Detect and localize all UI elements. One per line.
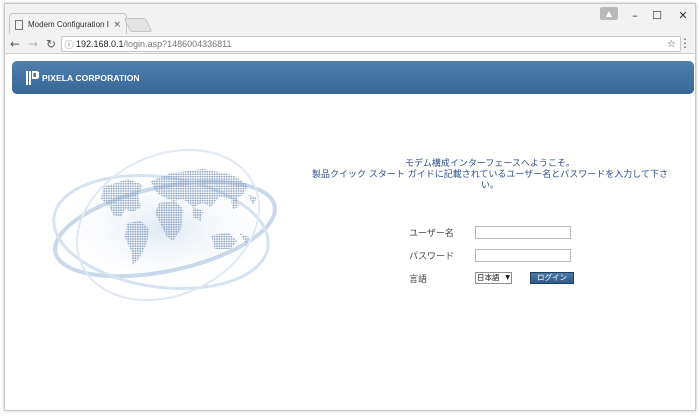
language-label: 言語 xyxy=(409,274,428,285)
language-row: 言語 日本語 ▼ ログイン xyxy=(409,271,689,285)
company-name: PIXELA CORPORATION xyxy=(42,72,140,83)
new-tab-button[interactable] xyxy=(123,18,153,32)
url-path: /login.asp?1486004336811 xyxy=(123,39,232,49)
address-bar[interactable]: ⓘ 192.168.0.1/login.asp?1486004336811 ☆ xyxy=(61,36,681,52)
password-row: パスワード xyxy=(409,248,571,262)
tab-title: Modem Configuration In xyxy=(28,20,110,29)
username-input[interactable] xyxy=(475,225,571,239)
welcome-line-2: 製品クイック スタート ガイドに記載されているユーザー名とパスワードを入力して下… xyxy=(311,170,668,191)
chevron-down-icon: ▼ xyxy=(505,274,510,281)
maximize-button[interactable]: ☐ xyxy=(643,4,671,26)
star-icon[interactable]: ☆ xyxy=(667,39,676,50)
browser-toolbar: ← → ↻ ⓘ 192.168.0.1/login.asp?1486004336… xyxy=(5,34,695,54)
title-bar: Modem Configuration In × ▲ – ☐ ✕ xyxy=(5,4,695,35)
password-input[interactable] xyxy=(475,248,571,262)
forward-icon[interactable]: → xyxy=(25,36,41,52)
url-host: 192.168.0.1 xyxy=(76,39,124,49)
username-label: ユーザー名 xyxy=(409,228,454,239)
world-map-graphic xyxy=(45,148,281,302)
page-content: PIXELA CORPORATION モデム構成インターフェースへようこそ。 製… xyxy=(5,55,695,410)
language-selected: 日本語 xyxy=(477,273,500,282)
reload-icon[interactable]: ↻ xyxy=(43,36,59,52)
profile-icon[interactable]: ▲ xyxy=(600,7,618,20)
close-window-button[interactable]: ✕ xyxy=(669,4,695,26)
company-logo: PIXELA CORPORATION xyxy=(26,70,140,85)
browser-tab[interactable]: Modem Configuration In × xyxy=(9,13,127,35)
tab-close-icon[interactable]: × xyxy=(113,20,121,30)
pixela-logo-icon xyxy=(26,70,39,85)
back-icon[interactable]: ← xyxy=(7,36,23,52)
welcome-line-1: モデム構成インターフェースへようこそ。 xyxy=(405,159,575,169)
welcome-message: モデム構成インターフェースへようこそ。 製品クイック スタート ガイドに記載され… xyxy=(305,159,675,192)
browser-window: Modem Configuration In × ▲ – ☐ ✕ ← → ↻ ⓘ… xyxy=(4,3,696,411)
info-icon[interactable]: ⓘ xyxy=(62,38,76,51)
login-button[interactable]: ログイン xyxy=(530,272,574,284)
document-icon xyxy=(15,19,23,30)
header-banner: PIXELA CORPORATION xyxy=(12,61,694,94)
language-select[interactable]: 日本語 ▼ xyxy=(475,272,512,284)
password-label: パスワード xyxy=(409,251,455,262)
username-row: ユーザー名 xyxy=(409,225,571,239)
menu-icon[interactable]: ⋮ xyxy=(679,36,691,50)
